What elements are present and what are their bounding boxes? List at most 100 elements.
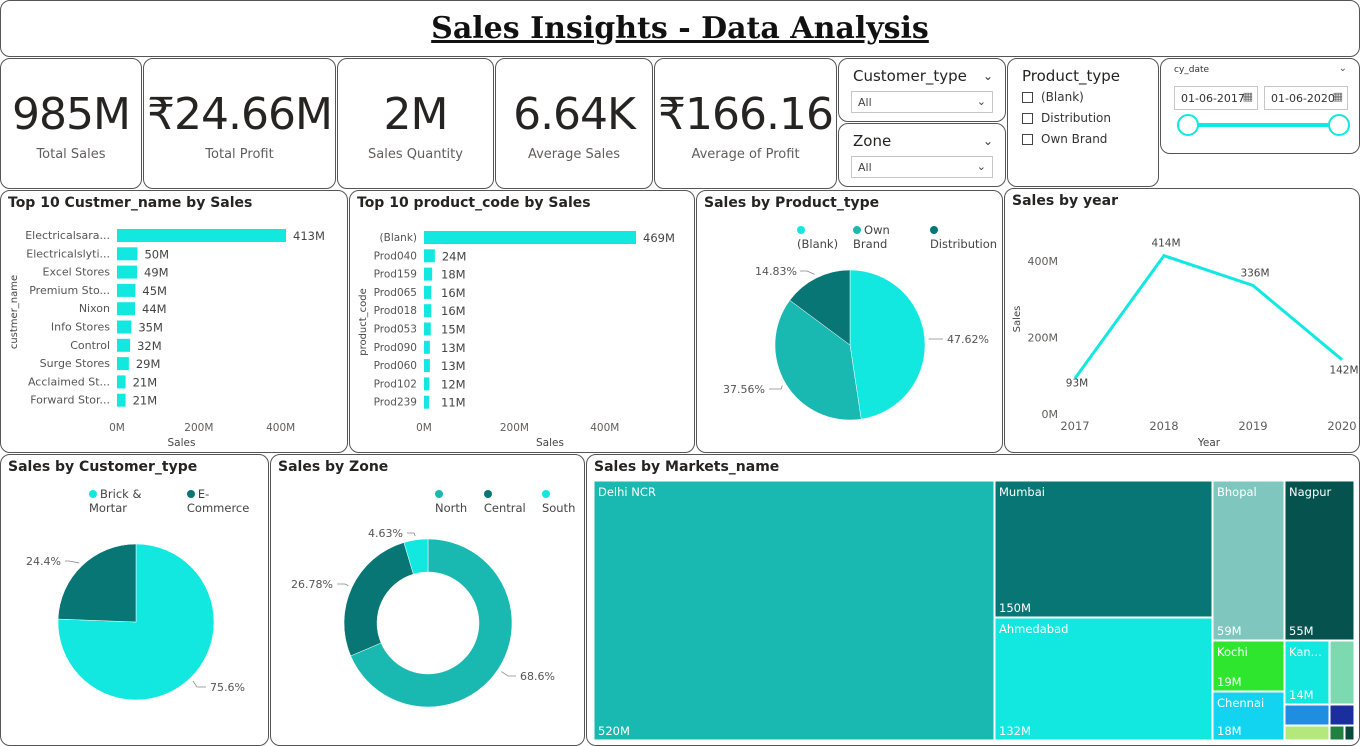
top-products-chart[interactable]: Top 10 product_code by Sales (Blank) 469M…	[349, 190, 695, 453]
data-label: 47.62%	[947, 333, 989, 346]
y-tick-label: 200M	[1028, 332, 1059, 345]
start-date-input[interactable]: 01-06-2017 ▦	[1174, 86, 1258, 110]
kpi-total-sales[interactable]: 985M Total Sales	[0, 58, 142, 189]
bar-chart-svg: Electricalsara... 413M Electricalslyti... 5…	[9, 229, 325, 449]
slicer-title: Product_type	[1022, 67, 1120, 85]
markets-treemap-chart[interactable]: Sales by Markets_name Delhi NCR 520M Mumba…	[586, 454, 1360, 746]
tick-label: 0M	[416, 422, 432, 434]
bar	[424, 395, 429, 409]
category-label: Prod065	[374, 287, 417, 299]
dropdown-value: All	[858, 96, 872, 109]
tile-label: Kochi	[1217, 645, 1248, 659]
customer-type-slicer[interactable]: Customer_type ⌄ All ⌄	[838, 58, 1006, 122]
tile-label: Nagpur	[1289, 485, 1332, 499]
range-slider-start-handle[interactable]	[1177, 114, 1199, 136]
data-label: 12M	[441, 377, 466, 391]
kpi-total-profit[interactable]: ₹24.66M Total Profit	[143, 58, 336, 189]
category-label: Prod040	[374, 250, 417, 262]
product-type-pie-chart[interactable]: Sales by Product_type (Blank) Own Brand …	[696, 190, 1003, 453]
x-tick-label: 2019	[1238, 419, 1267, 433]
treemap-tile-small	[1329, 725, 1345, 741]
checkbox[interactable]	[1022, 91, 1033, 103]
date-range-slicer[interactable]: cy_date ⌄ 01-06-2017 ▦ 01-06-2020 ▦	[1160, 58, 1360, 154]
y-tick-label: 400M	[1028, 255, 1059, 268]
zone-donut-chart[interactable]: Sales by Zone North Central South 68.6% 2…	[270, 454, 585, 746]
chevron-down-icon: ⌄	[976, 160, 986, 173]
bar-chart-svg: (Blank) 469M Prod040 24M Prod159 18M Prod065 16…	[358, 231, 675, 449]
bar	[117, 302, 136, 316]
leader-line	[65, 560, 80, 564]
donut-chart-svg: 68.6% 26.78% 4.63%	[291, 527, 555, 708]
data-label: 18M	[441, 268, 466, 282]
kpi-value: ₹24.66M	[147, 89, 333, 140]
category-label: Surge Stores	[40, 357, 111, 370]
tick-label: 200M	[184, 422, 213, 434]
tile-value: 19M	[1217, 675, 1242, 689]
end-date-value: 01-06-2020	[1271, 92, 1335, 105]
category-label: Excel Stores	[43, 266, 111, 279]
data-label: 21M	[133, 375, 158, 389]
range-slider-end-handle[interactable]	[1328, 114, 1350, 136]
tile-value: 59M	[1217, 624, 1242, 638]
zone-slicer[interactable]: Zone ⌄ All ⌄	[838, 123, 1006, 187]
data-label: 13M	[441, 341, 466, 355]
end-date-input[interactable]: 01-06-2020 ▦	[1264, 86, 1348, 110]
data-label: 15M	[441, 323, 466, 337]
sales-by-year-chart[interactable]: Sales by year 400M 200M 0M 93M 2017 414M 2018 3…	[1004, 188, 1360, 453]
leader-line	[192, 680, 206, 688]
calendar-icon[interactable]: ▦	[1333, 90, 1343, 103]
category-label: Prod159	[374, 269, 417, 281]
kpi-average-profit[interactable]: ₹166.16 Average of Profit	[654, 58, 837, 189]
bar	[424, 231, 636, 244]
category-label: Prod018	[374, 305, 417, 317]
kpi-value: 6.64K	[513, 89, 636, 140]
kpi-label: Average of Profit	[691, 147, 800, 162]
y-axis-title: Sales	[1012, 306, 1023, 333]
customer-type-dropdown[interactable]: All ⌄	[851, 91, 993, 113]
product-type-option[interactable]: (Blank)	[1022, 90, 1084, 104]
zone-dropdown[interactable]: All ⌄	[851, 156, 993, 178]
option-label: Distribution	[1041, 111, 1112, 125]
bar	[424, 249, 435, 263]
product-type-option[interactable]: Own Brand	[1022, 132, 1107, 146]
data-label: 68.6%	[520, 670, 555, 683]
data-label: 336M	[1240, 267, 1269, 279]
category-label: Electricalslyti...	[26, 247, 110, 260]
product-type-option[interactable]: Distribution	[1022, 111, 1111, 125]
bar	[424, 359, 430, 373]
category-label: Prod053	[374, 324, 417, 336]
series-line	[1073, 253, 1343, 380]
leader-line	[407, 532, 416, 537]
checkbox[interactable]	[1022, 112, 1033, 124]
tile-value: 132M	[999, 724, 1031, 738]
product-type-slicer[interactable]: Product_type (Blank) Distribution Own Br…	[1007, 58, 1159, 187]
chevron-down-icon[interactable]: ⌄	[983, 134, 993, 148]
kpi-average-sales[interactable]: 6.64K Average Sales	[495, 58, 653, 189]
top-customers-chart[interactable]: Top 10 Custmer_name by Sales Electricals…	[0, 190, 348, 453]
data-label: 37.56%	[723, 383, 765, 396]
data-label: 4.63%	[368, 527, 403, 540]
data-label: 75.6%	[210, 681, 245, 694]
data-label: 142M	[1329, 365, 1358, 377]
bar	[117, 247, 138, 261]
bar	[117, 320, 132, 334]
customer-type-pie-chart[interactable]: Sales by Customer_type Brick & Mortar E-…	[0, 454, 269, 746]
data-label: 16M	[441, 304, 466, 318]
slicer-title: Zone	[853, 132, 892, 150]
calendar-icon[interactable]: ▦	[1243, 90, 1253, 103]
slicer-title: cy_date	[1174, 65, 1210, 75]
bar	[424, 322, 431, 336]
kpi-sales-quantity[interactable]: 2M Sales Quantity	[337, 58, 494, 189]
option-label: (Blank)	[1041, 90, 1084, 104]
range-slider-track[interactable]	[1187, 123, 1339, 127]
x-tick-label: 2018	[1149, 419, 1178, 433]
bar	[117, 357, 129, 371]
bar	[424, 377, 430, 391]
chevron-down-icon[interactable]: ⌄	[1339, 63, 1347, 74]
data-label: 93M	[1066, 377, 1088, 389]
tile-value: 520M	[598, 724, 630, 738]
chevron-down-icon[interactable]: ⌄	[983, 69, 993, 83]
data-label: 414M	[1151, 238, 1180, 250]
tile-label: Kan...	[1289, 645, 1322, 659]
checkbox[interactable]	[1022, 133, 1033, 145]
